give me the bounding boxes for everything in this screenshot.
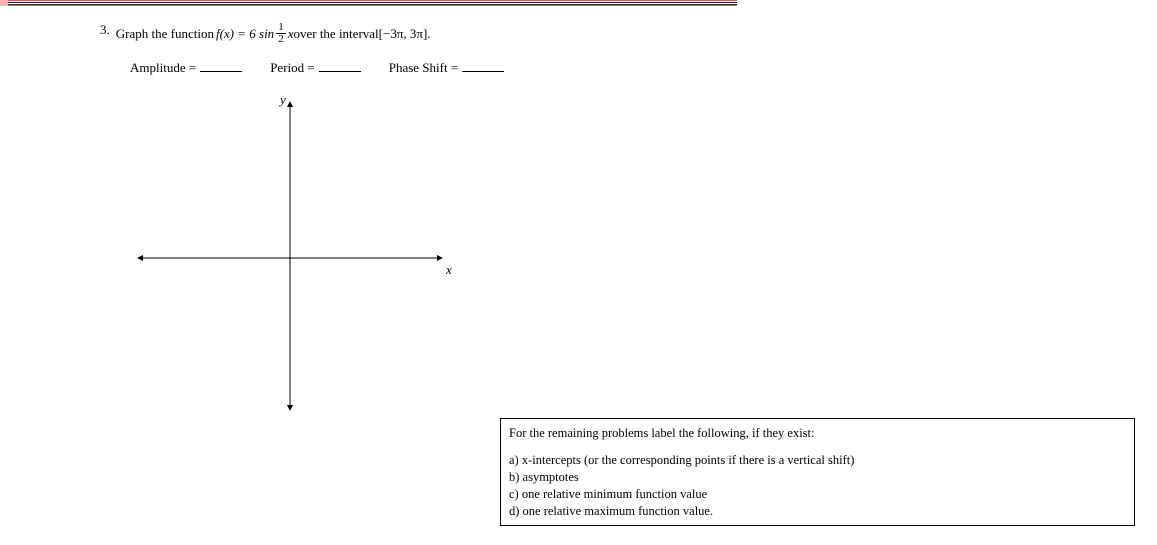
period-field: Period =	[270, 60, 361, 76]
fraction-one-half: 1 2	[276, 22, 286, 45]
problem-statement: 3. Graph the function f(x) = 6 sin 1 2 x…	[100, 22, 431, 45]
instructions-items: a) x-intercepts (or the corresponding po…	[509, 452, 1126, 520]
x-axis-label: x	[446, 262, 452, 278]
problem-text: Graph the function f(x) = 6 sin 1 2 x ov…	[116, 22, 431, 45]
answer-fields: Amplitude = Period = Phase Shift =	[130, 60, 504, 76]
instructions-heading: For the remaining problems label the fol…	[509, 425, 1126, 442]
instruction-item-a: a) x-intercepts (or the corresponding po…	[509, 452, 1126, 469]
instruction-item-c: c) one relative minimum function value	[509, 486, 1126, 503]
phase-blank[interactable]	[462, 71, 504, 72]
header-rule	[8, 0, 737, 6]
interval-text: [−3π, 3π].	[379, 26, 431, 42]
axes-svg	[130, 90, 460, 420]
amplitude-label: Amplitude =	[130, 60, 196, 76]
problem-number: 3.	[100, 22, 110, 38]
instruction-item-d: d) one relative maximum function value.	[509, 503, 1126, 520]
coordinate-axes: y x	[130, 90, 460, 420]
amplitude-blank[interactable]	[200, 71, 242, 72]
period-label: Period =	[270, 60, 315, 76]
page-edge-marker	[0, 0, 8, 6]
phase-field: Phase Shift =	[389, 60, 504, 76]
instructions-box: For the remaining problems label the fol…	[500, 418, 1135, 526]
fraction-denominator: 2	[276, 34, 286, 45]
over-text: over the interval	[293, 26, 378, 42]
phase-label: Phase Shift =	[389, 60, 458, 76]
function-lhs: f(x) = 6 sin	[216, 26, 274, 42]
instruction-item-b: b) asymptotes	[509, 469, 1126, 486]
y-axis-label: y	[280, 92, 286, 108]
period-blank[interactable]	[319, 71, 361, 72]
amplitude-field: Amplitude =	[130, 60, 242, 76]
pre-text: Graph the function	[116, 26, 214, 42]
